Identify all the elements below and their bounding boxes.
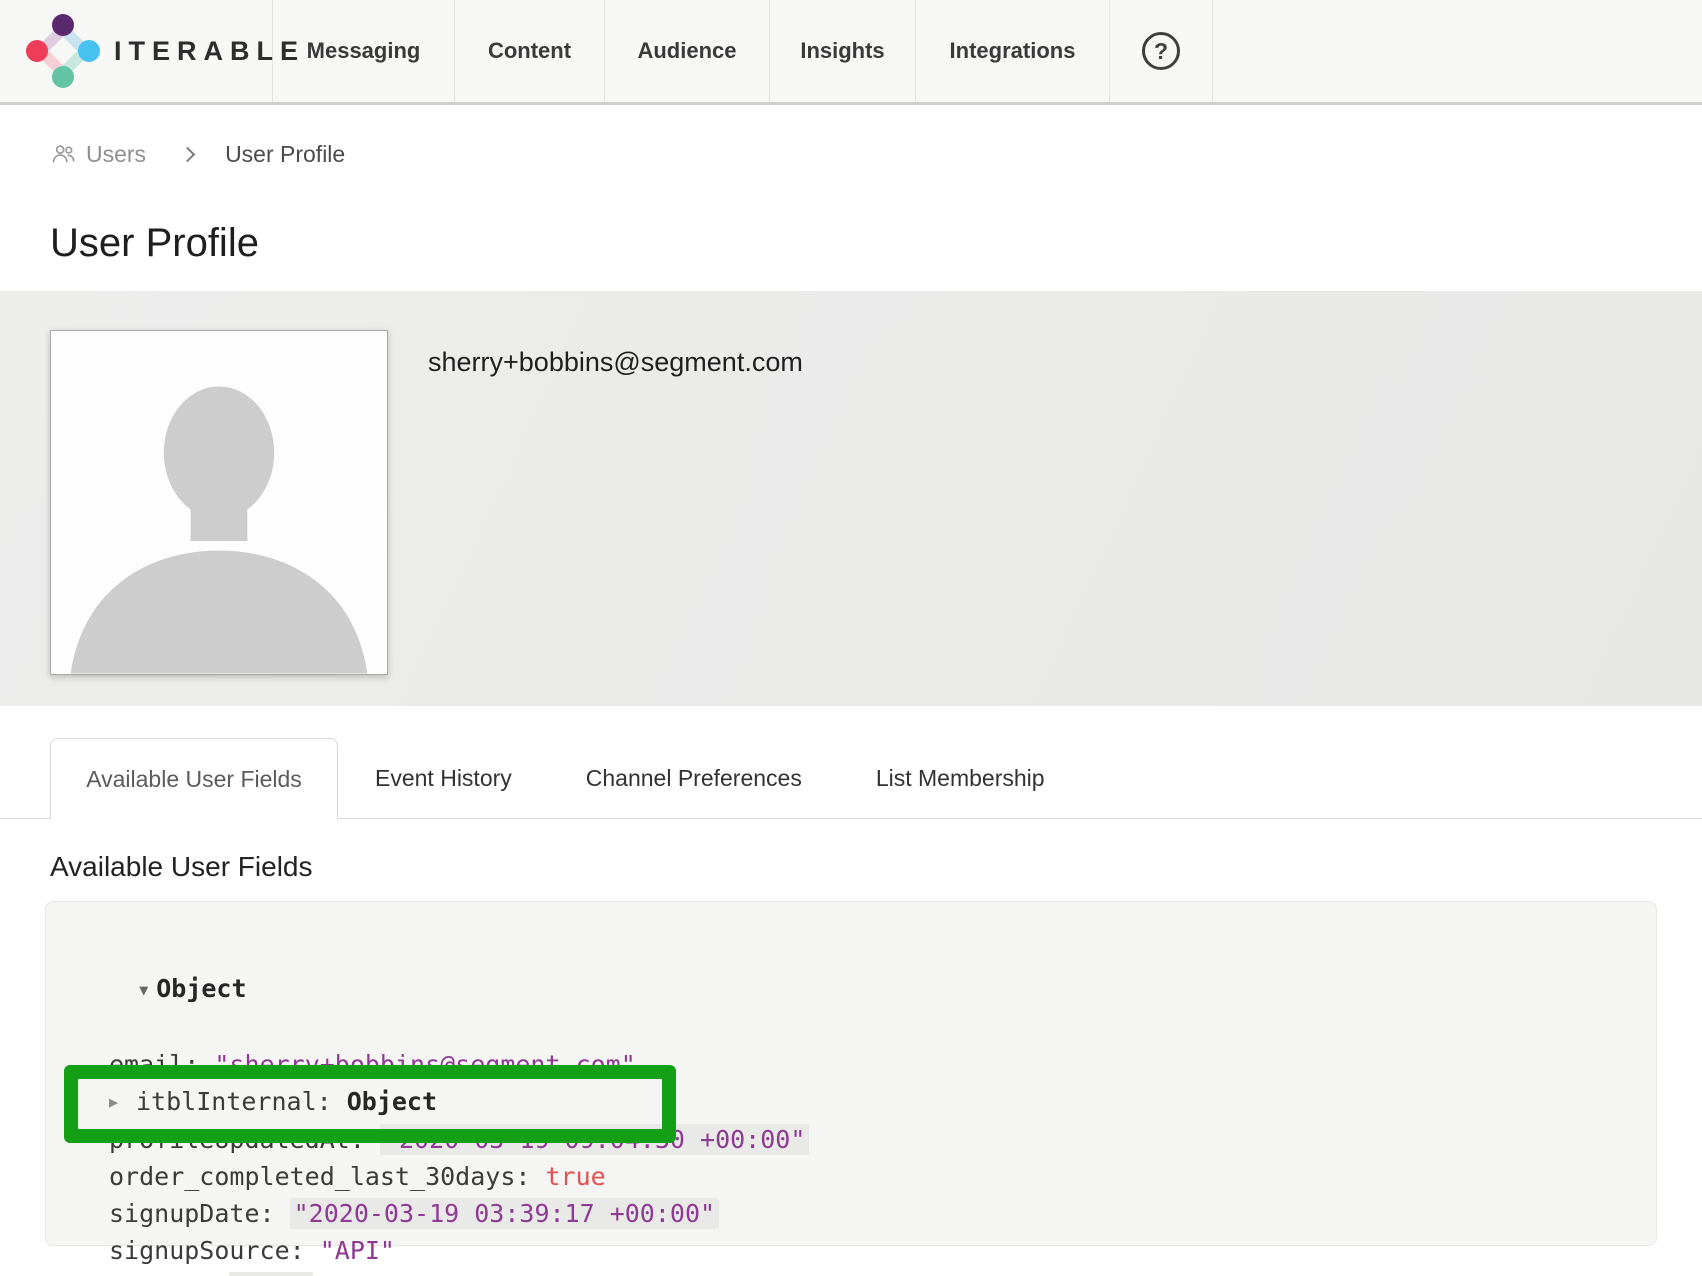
breadcrumb: Users User Profile [50,137,1702,171]
nav-item-insights[interactable]: Insights [770,0,916,102]
logo-dot-right [78,40,100,62]
logo-dot-top [52,14,74,36]
tab-bar: Available User Fields Event History Chan… [0,738,1702,819]
field-key: signupDate: [109,1199,290,1228]
section-heading: Available User Fields [50,851,1702,883]
page-title: User Profile [50,221,1702,266]
field-row-profileUpdatedAt: profileUpdatedAt: "2020-03-19 09:04:30 +… [46,1121,1656,1158]
field-row-userId: userId: "567" [46,1269,1656,1276]
field-value: true [546,1162,606,1191]
users-icon [50,143,77,165]
tab-available-user-fields[interactable]: Available User Fields [50,738,338,819]
field-key: signupSource: [109,1236,320,1265]
field-key: itblInternal: [136,1087,347,1116]
nav-item-content[interactable]: Content [455,0,605,102]
collapse-arrow-icon[interactable]: ▼ [139,972,156,1009]
breadcrumb-users-link[interactable]: Users [50,141,146,168]
field-key: order_completed_last_30days: [109,1162,546,1191]
tab-event-history[interactable]: Event History [338,738,549,819]
field-value: "sherry+bobbins@segment.com" [214,1050,635,1079]
brand[interactable]: ITERABLE [0,0,273,102]
field-row-signupSource: signupSource: "API" [46,1232,1656,1269]
nav-item-messaging[interactable]: Messaging [273,0,455,102]
breadcrumb-current: User Profile [225,141,345,168]
json-root-label: Object [156,974,246,1003]
chevron-right-icon [180,146,196,162]
field-key: profileUpdatedAt: [109,1125,380,1154]
nav-item-integrations[interactable]: Integrations [916,0,1110,102]
field-key: email: [109,1050,214,1079]
field-row-order_completed_last_30days: order_completed_last_30days: true [46,1158,1656,1195]
avatar [50,330,388,675]
top-nav: ITERABLE Messaging Content Audience Insi… [0,0,1702,105]
field-value: "2020-03-19 03:39:17 +00:00" [290,1198,719,1229]
field-value: "API" [320,1236,395,1265]
person-silhouette-icon [51,358,387,674]
tab-list-membership[interactable]: List Membership [839,738,1082,819]
nav-item-help[interactable]: ? [1110,0,1213,102]
field-row-email: email: "sherry+bobbins@segment.com" [46,1046,1656,1083]
logo-dot-bottom [52,66,74,88]
profile-header-band: sherry+bobbins@segment.com [0,291,1702,706]
nav-item-audience[interactable]: Audience [605,0,770,102]
help-icon[interactable]: ? [1142,32,1180,70]
field-value: Object [347,1087,437,1116]
user-fields-json-viewer: ▼Object email: "sherry+bobbins@segment.c… [45,901,1657,1246]
iterable-logo-icon [30,18,96,84]
fields-tree: email: "sherry+bobbins@segment.com"▶itbl… [46,1046,1656,1276]
field-value: "2020-03-19 09:04:30 +00:00" [380,1124,809,1155]
expand-arrow-icon[interactable]: ▶ [109,1084,136,1121]
field-value: "567" [229,1272,312,1276]
json-root-row: ▼Object [46,933,1656,1046]
field-row-itblInternal: ▶itblInternal: Object [46,1083,1656,1122]
logo-dot-left [26,40,48,62]
breadcrumb-parent-label: Users [86,141,146,168]
tab-channel-preferences[interactable]: Channel Preferences [549,738,839,819]
profile-email: sherry+bobbins@segment.com [428,347,803,378]
field-row-signupDate: signupDate: "2020-03-19 03:39:17 +00:00" [46,1195,1656,1232]
